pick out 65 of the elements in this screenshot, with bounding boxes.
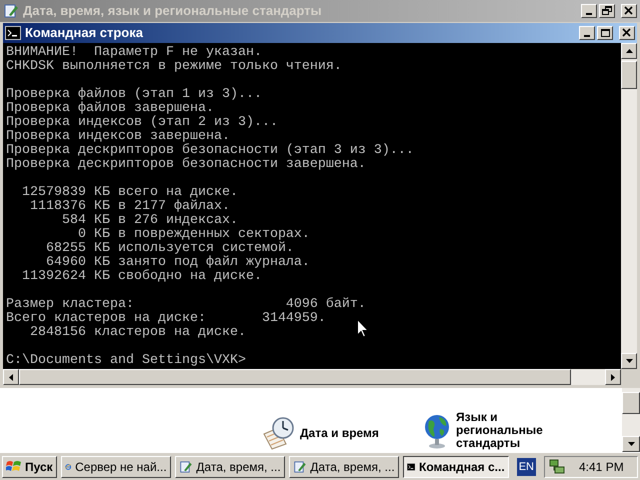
taskbar-button[interactable]: Дата, время, ... bbox=[174, 456, 285, 478]
control-panel-link[interactable]: Дата и время bbox=[300, 426, 396, 440]
console-line: 2848156 кластеров на диске. bbox=[28, 325, 246, 340]
taskbar-button[interactable]: Сервер не най... bbox=[60, 456, 171, 478]
vertical-scrollbar[interactable] bbox=[622, 388, 640, 452]
scroll-left-button[interactable] bbox=[3, 369, 19, 385]
console-line: 68255 КБ используется системой. bbox=[44, 241, 294, 256]
minimize-icon bbox=[584, 35, 590, 37]
close-button[interactable] bbox=[621, 4, 637, 18]
console-line: Проверка индексов (этап 2 из 3)... bbox=[6, 115, 278, 130]
down-arrow-icon bbox=[626, 359, 632, 363]
down-arrow-icon bbox=[628, 442, 634, 446]
scroll-right-button[interactable] bbox=[605, 369, 621, 385]
console-line: 1118376 КБ в 2177 файлах. bbox=[28, 199, 230, 214]
console-line: Проверка индексов завершена. bbox=[6, 129, 230, 144]
network-icon[interactable] bbox=[549, 458, 565, 474]
close-button[interactable] bbox=[619, 26, 635, 40]
language-indicator[interactable]: EN bbox=[516, 458, 536, 476]
minimize-button[interactable] bbox=[579, 26, 595, 40]
console-line: Проверка файлов (этап 1 из 3)... bbox=[6, 87, 262, 102]
taskbar-button[interactable]: Командная с... bbox=[402, 456, 509, 478]
console-line: Проверка файлов завершена. bbox=[6, 101, 214, 116]
scroll-down-button[interactable] bbox=[622, 436, 640, 452]
scroll-down-button[interactable] bbox=[621, 353, 637, 369]
clock[interactable]: 4:41 PM bbox=[579, 458, 624, 476]
scroll-up-button[interactable] bbox=[621, 43, 637, 59]
scroll-thumb[interactable] bbox=[622, 392, 640, 414]
restore-button[interactable] bbox=[599, 4, 615, 18]
console-line: Всего кластеров на диске: 3144959. bbox=[6, 311, 326, 326]
vertical-scrollbar[interactable] bbox=[621, 43, 637, 369]
windows-flag-icon bbox=[6, 460, 22, 474]
maximize-icon bbox=[599, 28, 611, 38]
control-panel-link[interactable]: Язык и региональные стандарты bbox=[456, 411, 552, 450]
console-icon bbox=[5, 26, 21, 40]
maximize-button[interactable] bbox=[597, 26, 613, 40]
minimize-icon bbox=[586, 13, 592, 15]
right-arrow-icon bbox=[611, 374, 615, 380]
control-panel-icon bbox=[178, 458, 192, 474]
console-line: 64960 КБ занято под файл журнала. bbox=[44, 255, 310, 270]
console-line: C:\Documents and Settings\VXK> bbox=[6, 353, 246, 368]
console-line: 584 КБ в 276 индексах. bbox=[60, 213, 238, 228]
console-line: CHKDSK выполняется в режиме только чтения. bbox=[6, 59, 342, 74]
console-line: Размер кластера: 4096 байт. bbox=[6, 297, 366, 312]
restore-icon bbox=[601, 6, 613, 16]
console-line: 12579839 КБ всего на диске. bbox=[20, 185, 238, 200]
window-title: Дата, время, язык и региональные стандарты bbox=[23, 2, 323, 20]
calendar-clock-icon bbox=[262, 416, 296, 450]
window-title: Командная строка bbox=[25, 24, 144, 42]
console-line: Проверка дескрипторов безопасности (этап 3 из 3)... bbox=[6, 143, 414, 158]
control-panel-icon bbox=[292, 458, 306, 474]
start-button[interactable]: Пуск bbox=[2, 456, 57, 478]
scroll-thumb[interactable] bbox=[621, 61, 637, 89]
left-arrow-icon bbox=[9, 374, 13, 380]
minimize-button[interactable] bbox=[581, 4, 597, 18]
console-line: 0 КБ в поврежденных секторах. bbox=[76, 227, 310, 242]
globe-icon bbox=[422, 412, 452, 448]
control-panel-icon bbox=[3, 3, 19, 19]
mouse-pointer-icon bbox=[357, 319, 369, 338]
console-line: Проверка дескрипторов безопасности завершена. bbox=[6, 157, 366, 172]
close-icon bbox=[623, 6, 635, 16]
console-line: 11392624 КБ свободно на диске. bbox=[20, 269, 262, 284]
console-line: ВНИМАНИЕ! Параметр F не указан. bbox=[6, 45, 262, 60]
up-arrow-icon bbox=[626, 49, 632, 53]
close-icon bbox=[621, 28, 633, 38]
taskbar-button[interactable]: Дата, время, ... bbox=[288, 456, 399, 478]
